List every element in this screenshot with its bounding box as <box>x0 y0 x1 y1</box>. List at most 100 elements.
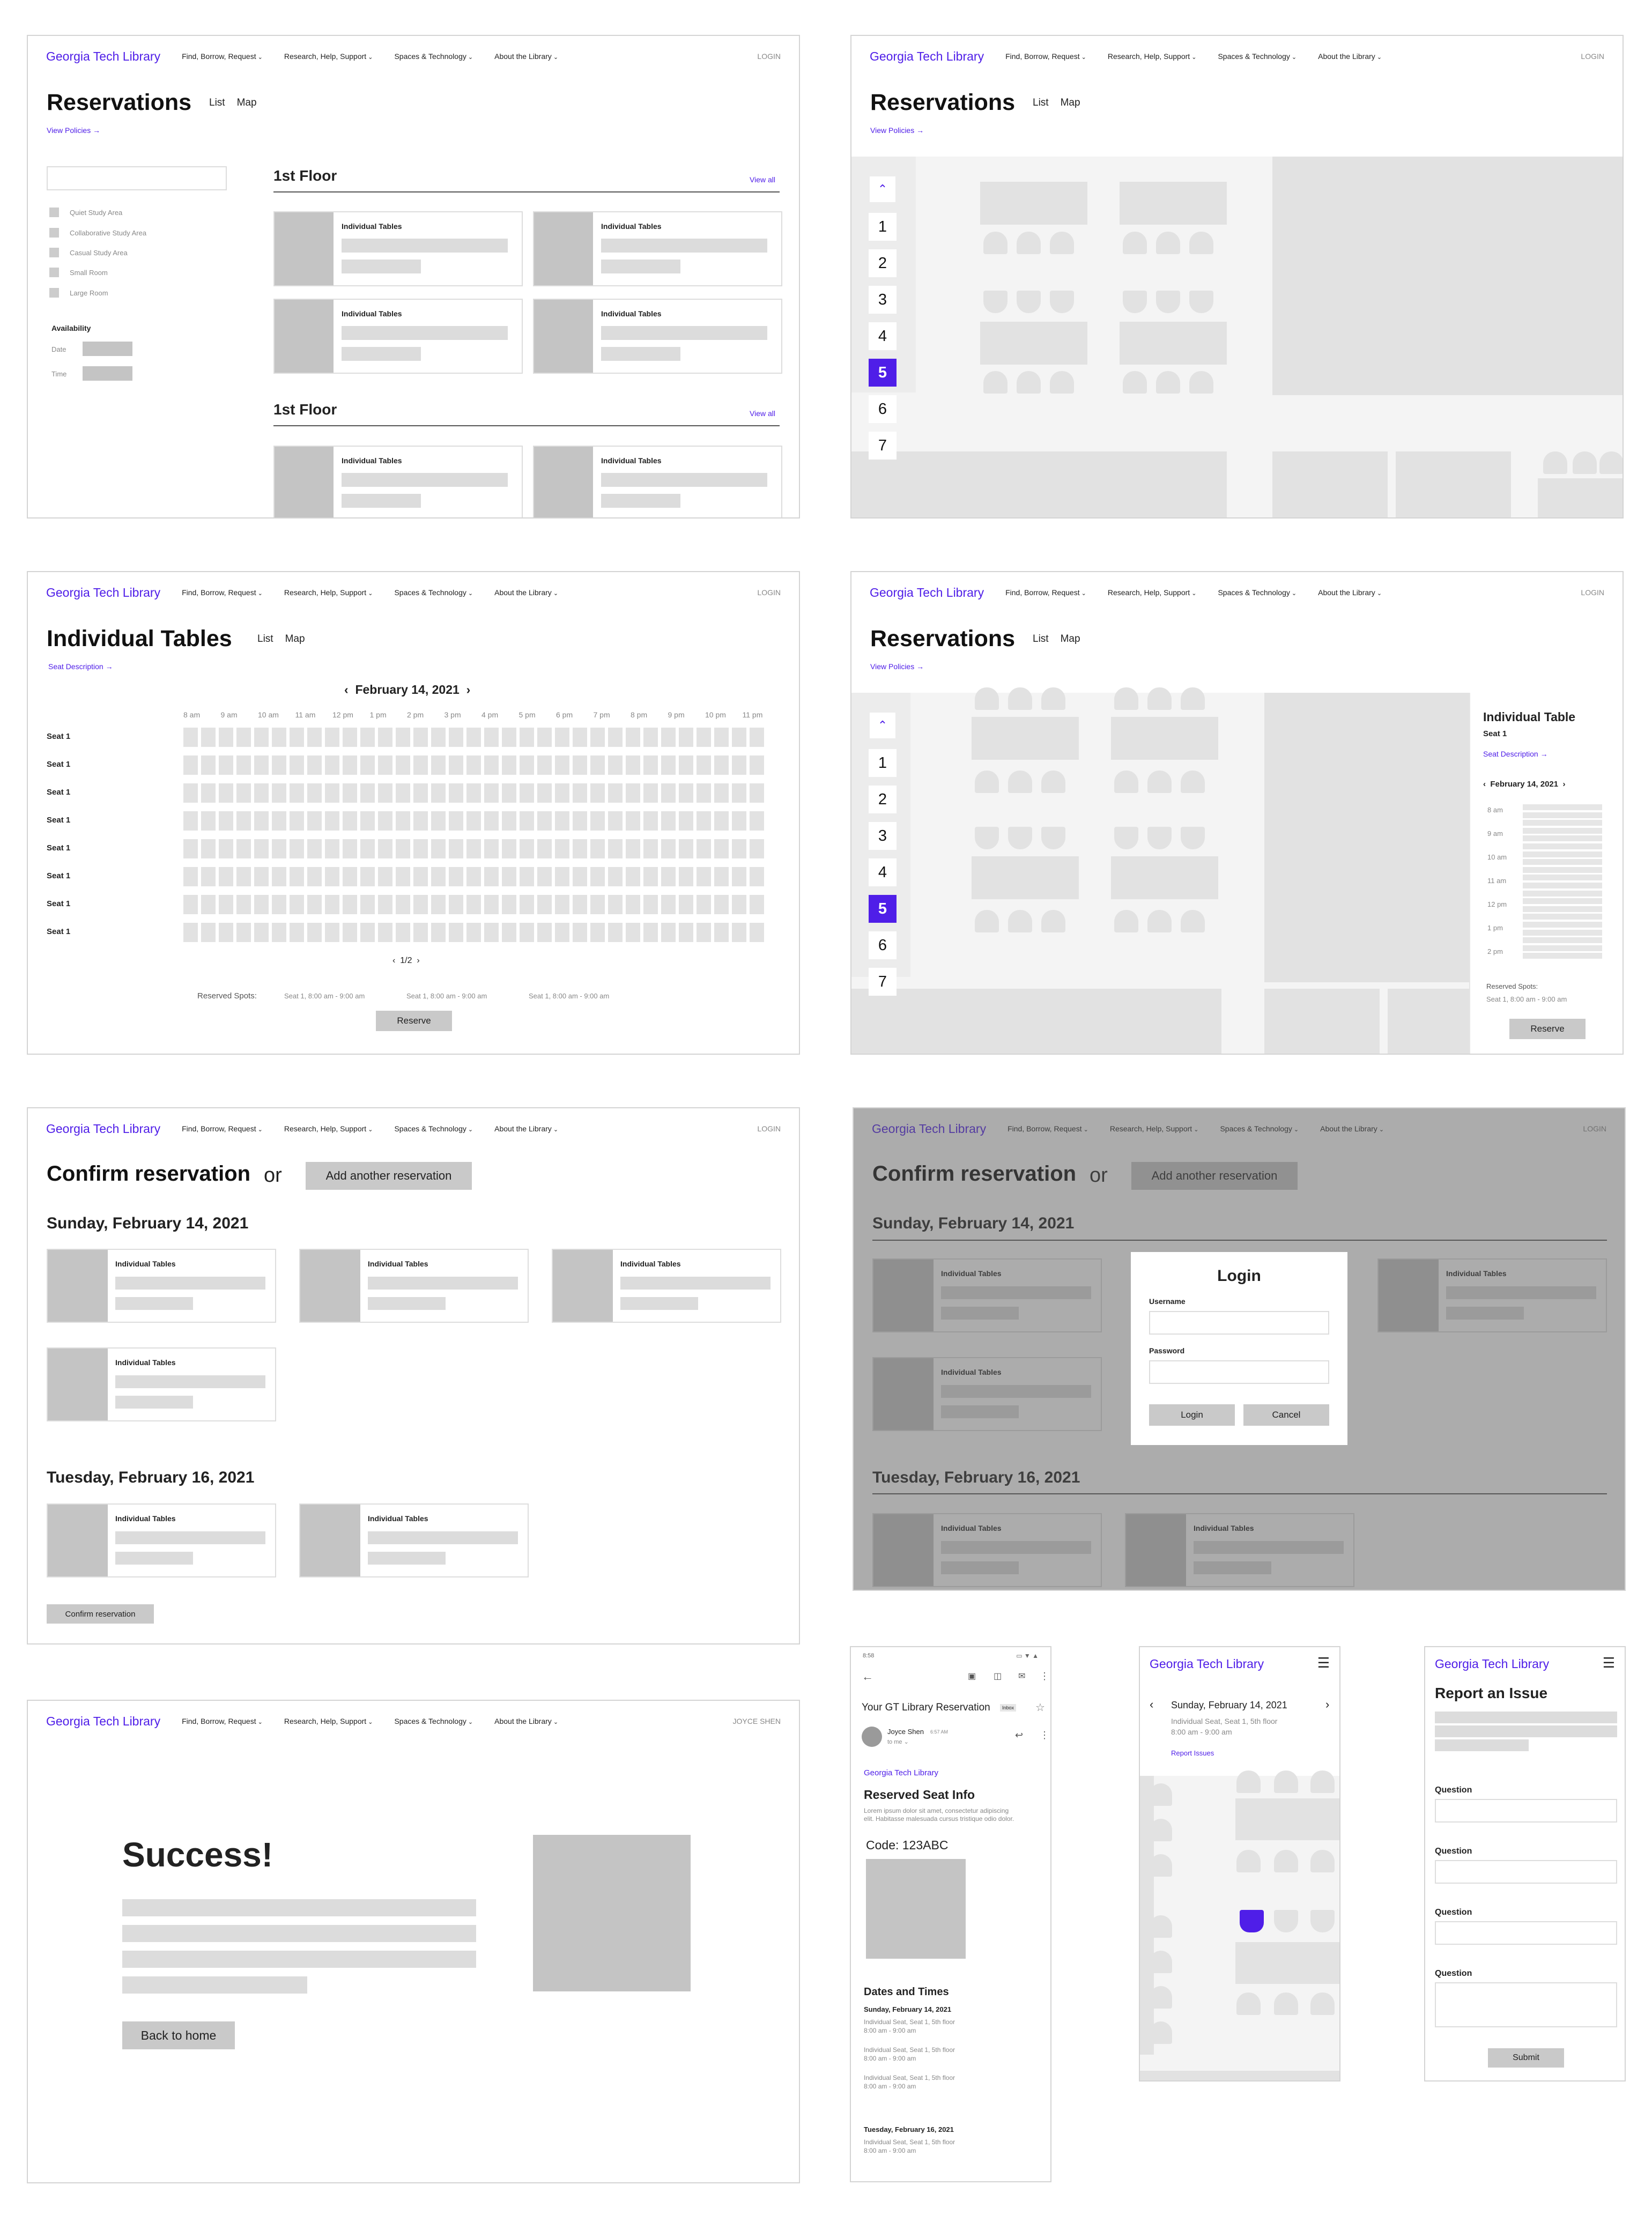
time-slot[interactable] <box>643 895 658 914</box>
time-slot[interactable] <box>431 867 446 886</box>
time-slot[interactable] <box>750 895 764 914</box>
time-slot[interactable] <box>343 783 357 803</box>
prev-day-icon[interactable]: ‹ <box>1483 780 1486 789</box>
time-slot[interactable] <box>590 783 605 803</box>
tab-map[interactable]: Map <box>1061 97 1080 108</box>
tab-map[interactable]: Map <box>285 633 305 645</box>
tab-map[interactable]: Map <box>237 97 257 108</box>
prev-day-icon[interactable]: ‹ <box>1150 1698 1153 1712</box>
floor-up-button[interactable]: ⌃ <box>870 176 895 202</box>
time-slot[interactable] <box>626 728 640 747</box>
time-slot[interactable] <box>396 895 410 914</box>
time-slot[interactable] <box>290 839 304 858</box>
time-slot[interactable] <box>360 923 375 942</box>
time-slot[interactable] <box>290 895 304 914</box>
time-slot[interactable] <box>236 839 251 858</box>
time-slot[interactable] <box>1523 812 1602 818</box>
time-slot[interactable] <box>573 895 587 914</box>
confirm-reservation-button[interactable]: Confirm reservation <box>47 1604 154 1624</box>
time-slot[interactable] <box>626 811 640 831</box>
space-card[interactable]: Individual Tables <box>533 211 782 286</box>
reserve-button[interactable]: Reserve <box>1509 1019 1586 1039</box>
time-slot[interactable] <box>183 867 198 886</box>
time-slot[interactable] <box>626 783 640 803</box>
time-slot[interactable] <box>732 783 746 803</box>
nav-research[interactable]: Research, Help, Support <box>1108 588 1197 597</box>
time-slot[interactable] <box>343 755 357 775</box>
time-slot[interactable] <box>449 783 463 803</box>
nav-about[interactable]: About the Library <box>1318 52 1382 61</box>
time-slot[interactable] <box>325 895 339 914</box>
question-field[interactable] <box>1435 1921 1617 1945</box>
time-slot[interactable] <box>502 895 516 914</box>
time-slot[interactable] <box>219 895 233 914</box>
reservation-card[interactable]: Individual Tables <box>47 1347 276 1421</box>
time-slot[interactable] <box>537 923 552 942</box>
time-slot[interactable] <box>343 811 357 831</box>
nav-find[interactable]: Find, Borrow, Request <box>1005 52 1086 61</box>
time-slot[interactable] <box>413 923 428 942</box>
hamburger-icon[interactable]: ☰ <box>1317 1655 1330 1671</box>
time-slot[interactable] <box>555 895 569 914</box>
time-slot[interactable] <box>679 755 693 775</box>
time-slot[interactable] <box>661 867 676 886</box>
time-slot[interactable] <box>732 755 746 775</box>
nav-find[interactable]: Find, Borrow, Request <box>182 52 263 61</box>
time-slot[interactable] <box>236 783 251 803</box>
floor-button-selected[interactable]: 5 <box>869 359 897 387</box>
time-field[interactable] <box>83 366 132 381</box>
filter-checkbox[interactable] <box>49 208 59 217</box>
nav-about[interactable]: About the Library <box>494 1717 558 1725</box>
time-slot[interactable] <box>626 839 640 858</box>
time-slot[interactable] <box>378 811 392 831</box>
time-slot[interactable] <box>201 867 216 886</box>
time-slot[interactable] <box>290 755 304 775</box>
time-slot[interactable] <box>378 783 392 803</box>
time-slot[interactable] <box>537 728 552 747</box>
time-slot[interactable] <box>325 923 339 942</box>
time-slot[interactable] <box>590 923 605 942</box>
nav-about[interactable]: About the Library <box>494 588 558 597</box>
time-slot[interactable] <box>643 783 658 803</box>
mail-icon[interactable]: ✉ <box>1018 1671 1025 1681</box>
floor-button-selected[interactable]: 5 <box>869 895 897 923</box>
time-slot[interactable] <box>750 783 764 803</box>
time-slot[interactable] <box>449 755 463 775</box>
time-slot[interactable] <box>396 811 410 831</box>
time-slot[interactable] <box>183 811 198 831</box>
selected-seat[interactable] <box>1240 1910 1264 1932</box>
trash-icon[interactable]: ◫ <box>994 1671 1002 1681</box>
tab-list[interactable]: List <box>209 97 225 108</box>
date-field[interactable] <box>83 342 132 356</box>
time-slot[interactable] <box>290 811 304 831</box>
nav-about[interactable]: About the Library <box>494 52 558 61</box>
time-slot[interactable] <box>714 895 729 914</box>
time-slot[interactable] <box>396 728 410 747</box>
time-slot[interactable] <box>378 895 392 914</box>
time-slot[interactable] <box>714 728 729 747</box>
time-slot[interactable] <box>573 867 587 886</box>
time-slot[interactable] <box>396 839 410 858</box>
next-day-icon[interactable]: › <box>466 683 471 697</box>
time-slot[interactable] <box>484 811 499 831</box>
time-slot[interactable] <box>236 867 251 886</box>
time-slot[interactable] <box>697 728 711 747</box>
time-slot[interactable] <box>219 923 233 942</box>
time-slot[interactable] <box>732 867 746 886</box>
time-slot[interactable] <box>254 895 269 914</box>
time-slot[interactable] <box>697 895 711 914</box>
time-slot[interactable] <box>1523 890 1602 897</box>
view-policies-link[interactable]: View Policies → <box>870 126 924 135</box>
time-slot[interactable] <box>219 811 233 831</box>
floor-map[interactable] <box>851 157 1623 517</box>
floor-button[interactable]: 7 <box>869 968 897 996</box>
time-slot[interactable] <box>307 811 322 831</box>
login-link[interactable]: LOGIN <box>757 588 781 597</box>
time-slot[interactable] <box>714 867 729 886</box>
nav-spaces[interactable]: Spaces & Technology <box>394 1124 473 1133</box>
time-slot[interactable] <box>360 839 375 858</box>
time-slot[interactable] <box>466 811 481 831</box>
floor-up-button[interactable]: ⌃ <box>870 713 895 738</box>
space-card[interactable]: Individual Tables <box>533 446 782 517</box>
time-slot[interactable] <box>1523 929 1602 936</box>
